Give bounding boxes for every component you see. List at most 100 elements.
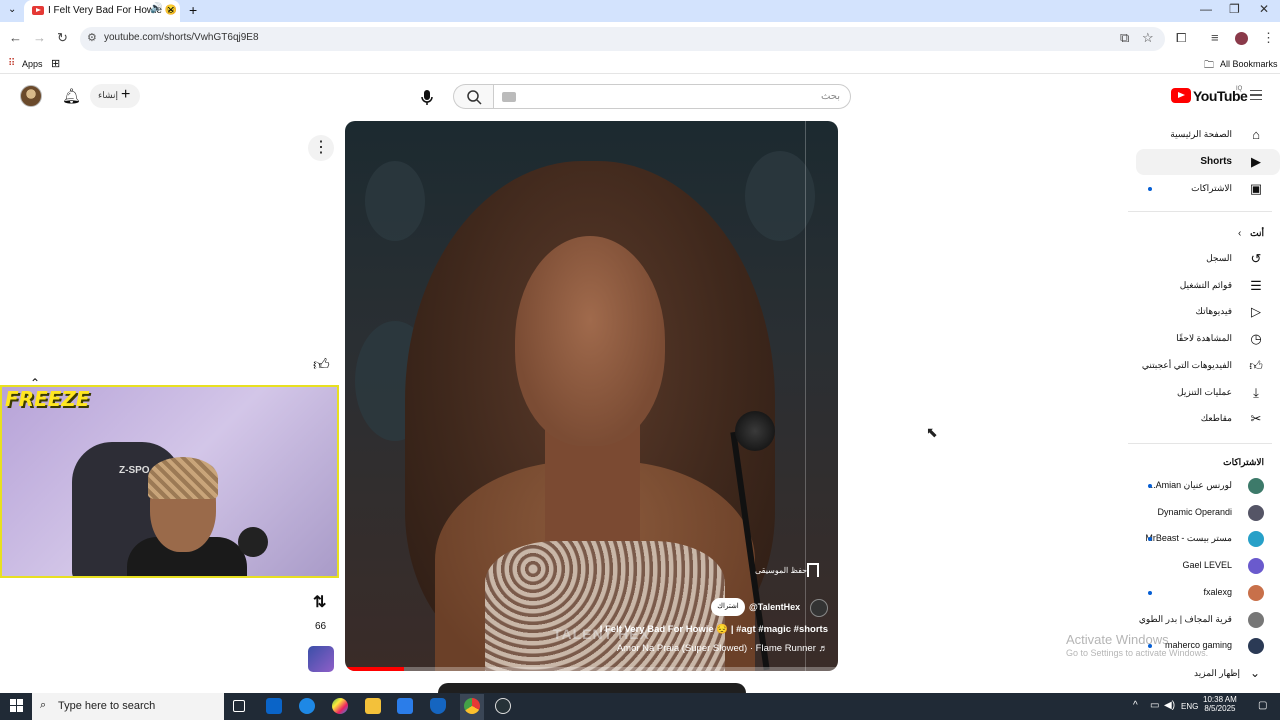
face — [515, 236, 665, 446]
sidebar-item-clips[interactable]: مقاطعك ✂ — [1136, 406, 1280, 432]
plus-icon: + — [121, 86, 131, 103]
sound-credit[interactable]: Amor Na Praia (Super Slowed) · Flame Run… — [617, 643, 828, 654]
sidebar-item-watch-later[interactable]: المشاهدة لاحقًا ◷ — [1136, 326, 1280, 352]
speaker-icon[interactable]: 🔊 — [150, 3, 162, 14]
voice-search-icon[interactable] — [414, 84, 440, 110]
back-icon[interactable]: ← — [9, 30, 22, 45]
subscribe-button[interactable]: اشتراك — [711, 598, 745, 616]
sidebar-item-history[interactable]: السجل ↺ — [1136, 246, 1280, 272]
task-view-icon[interactable] — [233, 700, 245, 712]
tab-search-icon[interactable]: ⌄ — [8, 4, 16, 15]
url-text[interactable]: youtube.com/shorts/VwhGT6qj9E8 — [104, 32, 259, 43]
save-bookmark-icon[interactable] — [807, 563, 819, 577]
subscription-channel[interactable]: لورنس عنيان Amian... — [1136, 473, 1280, 499]
new-tab-button[interactable]: + — [189, 2, 197, 18]
sidebar-item-home[interactable]: الصفحة الرئيسية ⌂ — [1136, 122, 1280, 148]
clips-icon: ✂ — [1250, 411, 1262, 427]
channel-name[interactable]: @TalentHex — [749, 602, 800, 612]
subscription-channel[interactable]: fxalexg — [1136, 580, 1280, 606]
extensions-icon[interactable]: ⧠ — [1176, 30, 1186, 46]
account-avatar[interactable] — [20, 85, 42, 107]
subscriptions-icon: ▣ — [1249, 181, 1263, 196]
all-bookmarks[interactable]: All Bookmarks — [1220, 59, 1278, 69]
defender-icon[interactable] — [430, 698, 446, 714]
outlook-icon[interactable] — [266, 698, 282, 714]
chevron-down-icon[interactable]: ⌄ — [1250, 666, 1260, 680]
taskbar-search-box[interactable]: ⌕ Type here to search — [32, 693, 224, 720]
store-icon[interactable] — [397, 698, 413, 714]
show-more-label[interactable]: إظهار المزيد — [1194, 668, 1240, 679]
sidebar-item-shorts[interactable]: Shorts ▶ — [1136, 149, 1280, 175]
apps-bookmark[interactable]: Apps — [22, 59, 43, 69]
scroll-bar-bottom — [438, 683, 746, 693]
bookmarks-bar — [0, 54, 1280, 74]
copilot-icon[interactable] — [332, 698, 348, 714]
volume-icon[interactable]: ◀) — [1164, 700, 1175, 711]
profile-avatar[interactable] — [1235, 32, 1248, 45]
restore-icon[interactable]: ❐ — [1229, 2, 1240, 16]
browser-tab[interactable]: I Felt Very Bad For Howie 😔 🔊 × — [24, 0, 180, 22]
create-label: إنشاء — [98, 90, 119, 100]
input-language[interactable]: ENG — [1181, 702, 1198, 711]
sidebar-item-label: فيديوهاتك — [1195, 306, 1232, 317]
subscription-channel[interactable]: Gael LEVEL — [1136, 553, 1280, 579]
bookmark-star-icon[interactable]: ☆ — [1142, 30, 1154, 46]
sound-thumbnail[interactable] — [308, 646, 334, 672]
media-control-icon[interactable]: ≡ — [1211, 30, 1219, 45]
forward-icon[interactable]: → — [33, 30, 46, 45]
close-tab-icon[interactable]: × — [167, 2, 175, 17]
channel-avatar[interactable] — [810, 599, 828, 617]
subscription-channel[interactable]: Dynamic Operandi — [1136, 500, 1280, 526]
microphone-icon — [735, 411, 775, 451]
save-sound-label[interactable]: حفظ الموسيقى — [755, 566, 807, 575]
close-window-icon[interactable]: ✕ — [1259, 2, 1269, 16]
obs-icon[interactable] — [495, 698, 511, 714]
network-icon[interactable]: ▭ — [1150, 700, 1159, 711]
sidebar-item-liked[interactable]: الفيديوهات التي أعجبتني 👍︎ — [1136, 353, 1280, 379]
home-icon: ⌂ — [1252, 127, 1260, 142]
guide-menu-icon[interactable] — [1250, 90, 1262, 100]
youtube-favicon-icon — [32, 6, 44, 15]
notifications-bell-icon[interactable]: 🔔︎ — [62, 87, 81, 105]
keyboard-icon[interactable] — [502, 92, 516, 102]
freeze-logo: FREEZE — [5, 387, 90, 411]
tray-chevron-icon[interactable]: ^ — [1133, 700, 1138, 711]
remix-icon[interactable]: ⇅ — [313, 592, 326, 612]
chevron-left-icon: ‹ — [1238, 228, 1242, 239]
sidebar-item-downloads[interactable]: عمليات التنزيل ⤓ — [1136, 380, 1280, 406]
youtube-logo-icon[interactable] — [1171, 88, 1191, 103]
you-section-title[interactable]: أنت — [1250, 228, 1264, 239]
sidebar-item-playlists[interactable]: قوائم التشغيل ☰ — [1136, 273, 1280, 299]
sidebar-item-label: المشاهدة لاحقًا — [1176, 333, 1232, 344]
video-title[interactable]: I Felt Very Bad For Howie 😔 | #agt #magi… — [600, 624, 828, 635]
windows-start-icon[interactable] — [10, 699, 23, 712]
search-button[interactable] — [453, 84, 493, 109]
site-info-icon[interactable]: ⚙ — [87, 31, 97, 44]
sidebar-item-your-videos[interactable]: فيديوهاتك ▷ — [1136, 299, 1280, 325]
channel-avatar — [1248, 478, 1264, 494]
edge-icon[interactable] — [299, 698, 315, 714]
tray-clock[interactable]: 10:38 AM 8/5/2025 — [1203, 695, 1237, 713]
install-app-icon[interactable]: ⧉ — [1120, 30, 1129, 46]
more-actions-button[interactable]: ⋮ — [308, 135, 334, 161]
tab-groups-icon[interactable]: ⊞ — [51, 57, 60, 70]
reload-icon[interactable]: ↻ — [57, 30, 68, 46]
remix-count: 66 — [315, 621, 327, 632]
subscription-channel[interactable]: قرية المجاف | بدر الطوي — [1136, 607, 1280, 633]
channel-avatar — [1248, 531, 1264, 548]
sidebar-item-label: لورنس عنيان Amian... — [1148, 480, 1232, 490]
short-video-player[interactable]: TALENT HEX حفظ الموسيقى @TalentHex اشترا… — [345, 121, 838, 671]
chrome-icon[interactable] — [464, 698, 480, 714]
progress-fill — [345, 667, 405, 671]
minimize-icon[interactable]: — — [1200, 2, 1212, 16]
sidebar-item-subscriptions[interactable]: الاشتراكات ▣ — [1136, 176, 1280, 202]
create-button[interactable]: إنشاء + — [90, 84, 140, 108]
progress-bar[interactable] — [345, 667, 838, 671]
like-icon[interactable]: 👍︎ — [313, 356, 330, 375]
notification-center-icon[interactable]: ▢ — [1258, 700, 1267, 711]
file-explorer-icon[interactable] — [365, 698, 381, 714]
apps-grid-icon[interactable]: ⠿ — [8, 58, 15, 69]
search-input[interactable]: بحث — [493, 84, 851, 109]
chrome-menu-icon[interactable]: ⋮ — [1262, 30, 1275, 46]
subscription-channel[interactable]: مستر بيست - MrBeast — [1136, 526, 1280, 552]
